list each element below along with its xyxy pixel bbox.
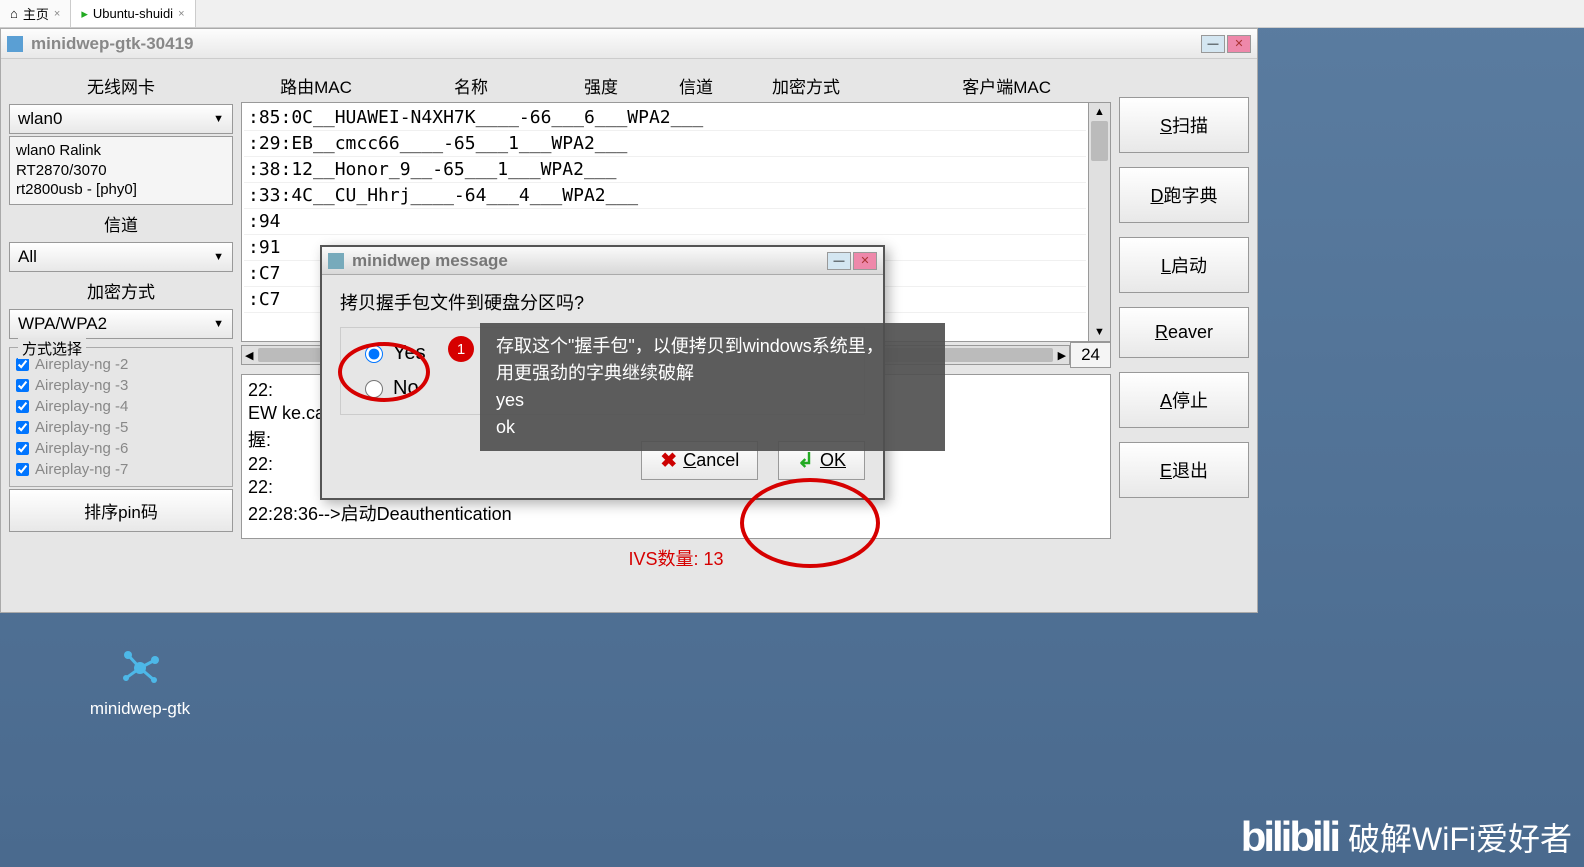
window-controls: — ✕ — [1201, 35, 1251, 53]
left-panel: 无线网卡 wlan0 ▼ wlan0 Ralink RT2870/3070 rt… — [9, 69, 233, 602]
radio-no[interactable] — [365, 380, 383, 398]
ok-icon: ↲ — [797, 448, 814, 473]
encryption-label: 加密方式 — [9, 274, 233, 307]
chevron-down-icon: ▼ — [213, 251, 224, 263]
dialog-titlebar: minidwep message — ✕ — [322, 247, 883, 275]
network-row[interactable]: :85:0C__HUAWEI-N4XH7K____-66___6___WPA2_… — [244, 105, 1086, 131]
dialog-prompt: 拷贝握手包文件到硬盘分区吗? — [340, 289, 865, 315]
tab-label: 主页 — [23, 4, 49, 23]
scan-button[interactable]: S扫描 — [1119, 97, 1249, 153]
channel-label: 信道 — [9, 207, 233, 240]
close-icon[interactable]: × — [178, 8, 184, 20]
chevron-down-icon: ▼ — [213, 318, 224, 330]
check-label: Aireplay-ng -4 — [35, 398, 128, 415]
header-encryption: 加密方式 — [741, 73, 871, 98]
header-name: 名称 — [391, 73, 551, 98]
column-headers: 路由MAC 名称 强度 信道 加密方式 客户端MAC — [241, 69, 1111, 102]
checkbox[interactable] — [16, 400, 29, 413]
channel-value: All — [18, 247, 213, 267]
tab-home[interactable]: ⌂ 主页 × — [0, 0, 71, 27]
check-label: Aireplay-ng -7 — [35, 461, 128, 478]
annotation-number: 1 — [448, 336, 474, 362]
checkbox[interactable] — [16, 421, 29, 434]
desktop-label: minidwep-gtk — [70, 699, 210, 719]
dialog-icon — [328, 253, 344, 269]
mode-label: 方式选择 — [18, 338, 86, 359]
bilibili-logo: bilibili — [1241, 813, 1338, 861]
encryption-select[interactable]: WPA/WPA2 ▼ — [9, 309, 233, 339]
reaver-button[interactable]: Reaver — [1119, 307, 1249, 358]
scroll-thumb[interactable] — [1091, 121, 1108, 161]
vm-icon: ▸ — [81, 6, 88, 22]
watermark-text: 破解WiFi爱好者 — [1348, 814, 1572, 860]
check-row[interactable]: Aireplay-ng -6 — [16, 438, 226, 459]
network-count: 24 — [1070, 342, 1111, 368]
home-icon: ⌂ — [10, 6, 18, 21]
annotation-tooltip: 存取这个"握手包"，以便拷贝到windows系统里， 用更强劲的字典继续破解 y… — [480, 323, 945, 451]
check-label: Aireplay-ng -5 — [35, 419, 128, 436]
header-channel: 信道 — [651, 73, 741, 98]
scroll-down-icon[interactable]: ▼ — [1091, 323, 1108, 341]
log-line: 22:28:36-->启动Deauthentication — [246, 499, 1106, 527]
desktop-icon[interactable]: minidwep-gtk — [70, 640, 210, 719]
right-panel: S扫描 D跑字典 L启动 Reaver A停止 E退出 — [1119, 69, 1249, 602]
wlan-info: wlan0 Ralink RT2870/3070 rt2800usb - [ph… — [9, 136, 233, 205]
tab-ubuntu[interactable]: ▸ Ubuntu-shuidi × — [71, 0, 195, 27]
browser-tab-bar: ⌂ 主页 × ▸ Ubuntu-shuidi × — [0, 0, 1584, 28]
tab-label: Ubuntu-shuidi — [93, 6, 173, 21]
window-title: minidwep-gtk-30419 — [31, 34, 1201, 54]
checkbox[interactable] — [16, 379, 29, 392]
sort-pin-button[interactable]: 排序pin码 — [9, 489, 233, 532]
network-row[interactable]: :94 — [244, 209, 1086, 235]
ivs-count: IVS数量: 13 — [241, 539, 1111, 577]
exit-button[interactable]: E退出 — [1119, 442, 1249, 498]
checkbox[interactable] — [16, 358, 29, 371]
check-label: Aireplay-ng -3 — [35, 377, 128, 394]
header-mac: 路由MAC — [241, 73, 391, 98]
wlan-label: 无线网卡 — [9, 69, 233, 102]
vertical-scrollbar[interactable]: ▲ ▼ — [1089, 102, 1111, 342]
encryption-value: WPA/WPA2 — [18, 314, 213, 334]
scroll-left-icon[interactable]: ◀ — [242, 349, 256, 362]
check-row[interactable]: Aireplay-ng -7 — [16, 459, 226, 480]
check-row[interactable]: Aireplay-ng -4 — [16, 396, 226, 417]
dialog-minimize[interactable]: — — [827, 252, 851, 270]
header-signal: 强度 — [551, 73, 651, 98]
check-row[interactable]: Aireplay-ng -5 — [16, 417, 226, 438]
network-row[interactable]: :38:12__Honor_9__-65___1___WPA2___ — [244, 157, 1086, 183]
radio-no-label: No — [393, 377, 419, 400]
dialog-title: minidwep message — [352, 251, 827, 271]
wlan-select[interactable]: wlan0 ▼ — [9, 104, 233, 134]
titlebar: minidwep-gtk-30419 — ✕ — [1, 29, 1257, 59]
stop-button[interactable]: A停止 — [1119, 372, 1249, 428]
radio-yes-label: Yes — [393, 342, 426, 365]
dialog-close[interactable]: ✕ — [853, 252, 877, 270]
network-row[interactable]: :33:4C__CU_Hhrj____-64___4___WPA2___ — [244, 183, 1086, 209]
launch-button[interactable]: L启动 — [1119, 237, 1249, 293]
minimize-button[interactable]: — — [1201, 35, 1225, 53]
dict-button[interactable]: D跑字典 — [1119, 167, 1249, 223]
radio-yes[interactable] — [365, 345, 383, 363]
channel-select[interactable]: All ▼ — [9, 242, 233, 272]
close-icon[interactable]: × — [54, 8, 60, 20]
check-row[interactable]: Aireplay-ng -3 — [16, 375, 226, 396]
splash-icon — [110, 640, 170, 690]
checkbox[interactable] — [16, 442, 29, 455]
header-client: 客户端MAC — [871, 73, 1111, 98]
wlan-value: wlan0 — [18, 109, 213, 129]
app-icon — [7, 36, 23, 52]
scroll-right-icon[interactable]: ▶ — [1055, 349, 1069, 362]
cancel-icon: ✖ — [660, 448, 677, 473]
scroll-up-icon[interactable]: ▲ — [1091, 103, 1108, 121]
chevron-down-icon: ▼ — [213, 113, 224, 125]
network-row[interactable]: :29:EB__cmcc66____-65___1___WPA2___ — [244, 131, 1086, 157]
close-button[interactable]: ✕ — [1227, 35, 1251, 53]
check-label: Aireplay-ng -6 — [35, 440, 128, 457]
checkbox[interactable] — [16, 463, 29, 476]
watermark: bilibili 破解WiFi爱好者 — [1241, 813, 1572, 861]
